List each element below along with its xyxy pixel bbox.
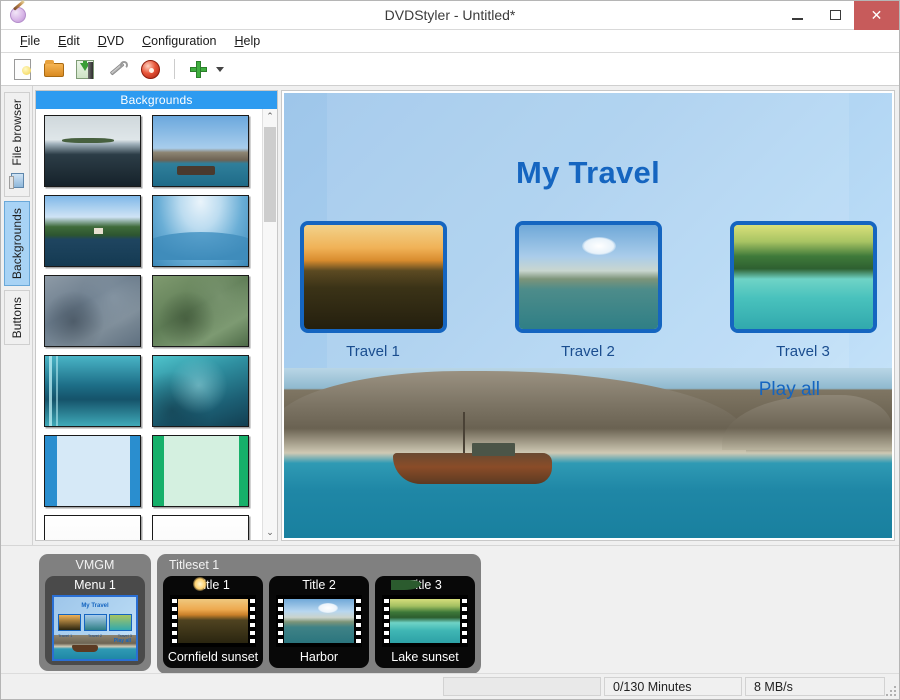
background-thumbnail[interactable]	[44, 275, 141, 347]
timeline-title-card[interactable]: Title 1 Cornfield sunset	[163, 576, 263, 668]
status-bar: 0/130 Minutes 8 MB/s	[1, 673, 899, 699]
menu-bar: File Edit DVD Configuration Help	[1, 30, 899, 53]
menu-edit-rest: dit	[67, 34, 80, 48]
menu-canvas[interactable]: My Travel Travel 1 Travel 2 Travel 3	[284, 93, 892, 538]
app-icon	[6, 2, 32, 28]
play-all-button[interactable]: Play all	[759, 379, 820, 401]
menu-button-caption: Travel 2	[561, 343, 615, 360]
timeline-title-card[interactable]: Title 2 Harbor	[269, 576, 369, 668]
burn-dvd-icon[interactable]	[138, 57, 163, 82]
background-thumbnail[interactable]	[44, 355, 141, 427]
background-thumbnail[interactable]	[44, 435, 141, 507]
background-thumbnail[interactable]	[44, 515, 141, 540]
timeline-card-title: Title 2	[302, 578, 336, 592]
scrollbar-thumb[interactable]	[264, 127, 276, 222]
scrollbar-track[interactable]	[263, 124, 277, 525]
menu-edit[interactable]: Edit	[49, 32, 89, 50]
menu-button-row: Travel 1 Travel 2 Travel 3	[284, 221, 892, 360]
dvdstyler-window: DVDStyler - Untitled* ✕ File Edit DVD Co…	[0, 0, 900, 700]
title-bar: DVDStyler - Untitled* ✕	[1, 1, 899, 30]
timeline: VMGM Menu 1 My Travel Travel 1Travel 2Tr…	[1, 545, 899, 673]
toolbar-separator	[174, 59, 175, 79]
background-thumbnail[interactable]	[152, 275, 249, 347]
film-strip-icon	[170, 595, 256, 647]
timeline-card-title: Menu 1	[74, 578, 116, 592]
background-thumbnail[interactable]	[152, 115, 249, 187]
menu-button-caption: Travel 3	[776, 343, 830, 360]
film-strip-icon	[382, 595, 468, 647]
titleset-items: Title 1 Cornfield sunset Title 2	[163, 576, 475, 668]
film-strip-icon	[276, 595, 362, 647]
backgrounds-panel: Backgrounds ⌃	[35, 90, 278, 541]
vmgm-items: Menu 1 My Travel Travel 1Travel 2Travel …	[45, 576, 145, 665]
sidebar-item-backgrounds-label: Backgrounds	[10, 208, 24, 279]
timeline-card-label: Lake sunset	[391, 650, 458, 664]
menu-button-travel-1[interactable]: Travel 1	[300, 221, 447, 360]
sidebar-item-buttons[interactable]: Buttons	[4, 290, 30, 345]
menu-button-travel-2[interactable]: Travel 2	[515, 221, 662, 360]
menu-preview-panel: My Travel Travel 1 Travel 2 Travel 3	[281, 90, 895, 541]
save-project-icon[interactable]	[74, 57, 99, 82]
menu-configuration-rest: onfiguration	[151, 34, 216, 48]
settings-wrench-icon[interactable]	[106, 57, 131, 82]
timeline-card-label: Cornfield sunset	[168, 650, 258, 664]
backgrounds-panel-body: ⌃ ⌄	[36, 109, 277, 540]
menu-file-rest: ile	[28, 34, 41, 48]
maximize-button[interactable]	[816, 1, 854, 30]
titleset-group-title: Titleset 1	[163, 556, 475, 576]
cornfield-sunset-thumb	[300, 221, 447, 333]
status-progress-bar	[443, 677, 601, 696]
main-body: File browser Backgrounds Buttons Backgro…	[1, 86, 899, 545]
timeline-card-label: Harbor	[300, 650, 338, 664]
background-thumbnail[interactable]	[152, 435, 249, 507]
resize-grip[interactable]	[885, 674, 899, 699]
menu-configuration[interactable]: Configuration	[133, 32, 225, 50]
vmgm-group: VMGM Menu 1 My Travel Travel 1Travel 2Tr…	[39, 554, 151, 671]
background-thumbnail[interactable]	[152, 355, 249, 427]
menu-file[interactable]: File	[11, 32, 49, 50]
timeline-title-card[interactable]: Title 3 Lake sunset	[375, 576, 475, 668]
close-button[interactable]: ✕	[854, 1, 899, 30]
book-icon	[9, 173, 25, 190]
status-blank-cell	[1, 677, 440, 696]
harbor-thumb	[515, 221, 662, 333]
background-thumbnail[interactable]	[44, 115, 141, 187]
titleset-group: Titleset 1 Title 1 Cornfield sunset Titl…	[157, 554, 481, 674]
menu-button-caption: Travel 1	[346, 343, 400, 360]
menu-dvd[interactable]: DVD	[89, 32, 133, 50]
background-thumbnail[interactable]	[44, 195, 141, 267]
toolbar	[1, 53, 899, 86]
status-bitrate: 8 MB/s	[745, 677, 885, 696]
menu-help[interactable]: Help	[225, 32, 269, 50]
minimize-button[interactable]	[778, 1, 816, 30]
status-minutes: 0/130 Minutes	[604, 677, 742, 696]
scroll-up-icon[interactable]: ⌃	[263, 109, 277, 124]
timeline-menu-card[interactable]: Menu 1 My Travel Travel 1Travel 2Travel …	[45, 576, 145, 665]
add-icon[interactable]	[186, 57, 211, 82]
scroll-down-icon[interactable]: ⌄	[263, 525, 277, 540]
open-project-icon[interactable]	[42, 57, 67, 82]
backgrounds-scrollbar[interactable]: ⌃ ⌄	[262, 109, 277, 540]
window-controls: ✕	[778, 1, 899, 30]
menu-help-rest: elp	[244, 34, 261, 48]
window-title: DVDStyler - Untitled*	[1, 1, 899, 30]
background-thumbnail[interactable]	[152, 515, 249, 540]
chevron-down-icon[interactable]	[216, 67, 224, 72]
background-thumbnail[interactable]	[152, 195, 249, 267]
menu-thumbnail: My Travel Travel 1Travel 2Travel 3 Play …	[52, 595, 138, 661]
sidebar-item-file-browser[interactable]: File browser	[4, 92, 30, 197]
sidebar-tab-rail: File browser Backgrounds Buttons	[1, 86, 33, 545]
sidebar-item-backgrounds[interactable]: Backgrounds	[4, 201, 30, 286]
menu-title-text[interactable]: My Travel	[284, 155, 892, 191]
sidebar-item-buttons-label: Buttons	[10, 297, 24, 338]
sidebar-item-file-browser-label: File browser	[10, 99, 24, 166]
menu-dvd-rest: VD	[107, 34, 124, 48]
vmgm-group-title: VMGM	[45, 556, 145, 576]
backgrounds-panel-header: Backgrounds	[36, 91, 277, 109]
backgrounds-thumbnail-grid	[36, 109, 262, 540]
menu-button-travel-3[interactable]: Travel 3	[730, 221, 877, 360]
lake-sunset-thumb	[730, 221, 877, 333]
new-project-icon[interactable]	[10, 57, 35, 82]
